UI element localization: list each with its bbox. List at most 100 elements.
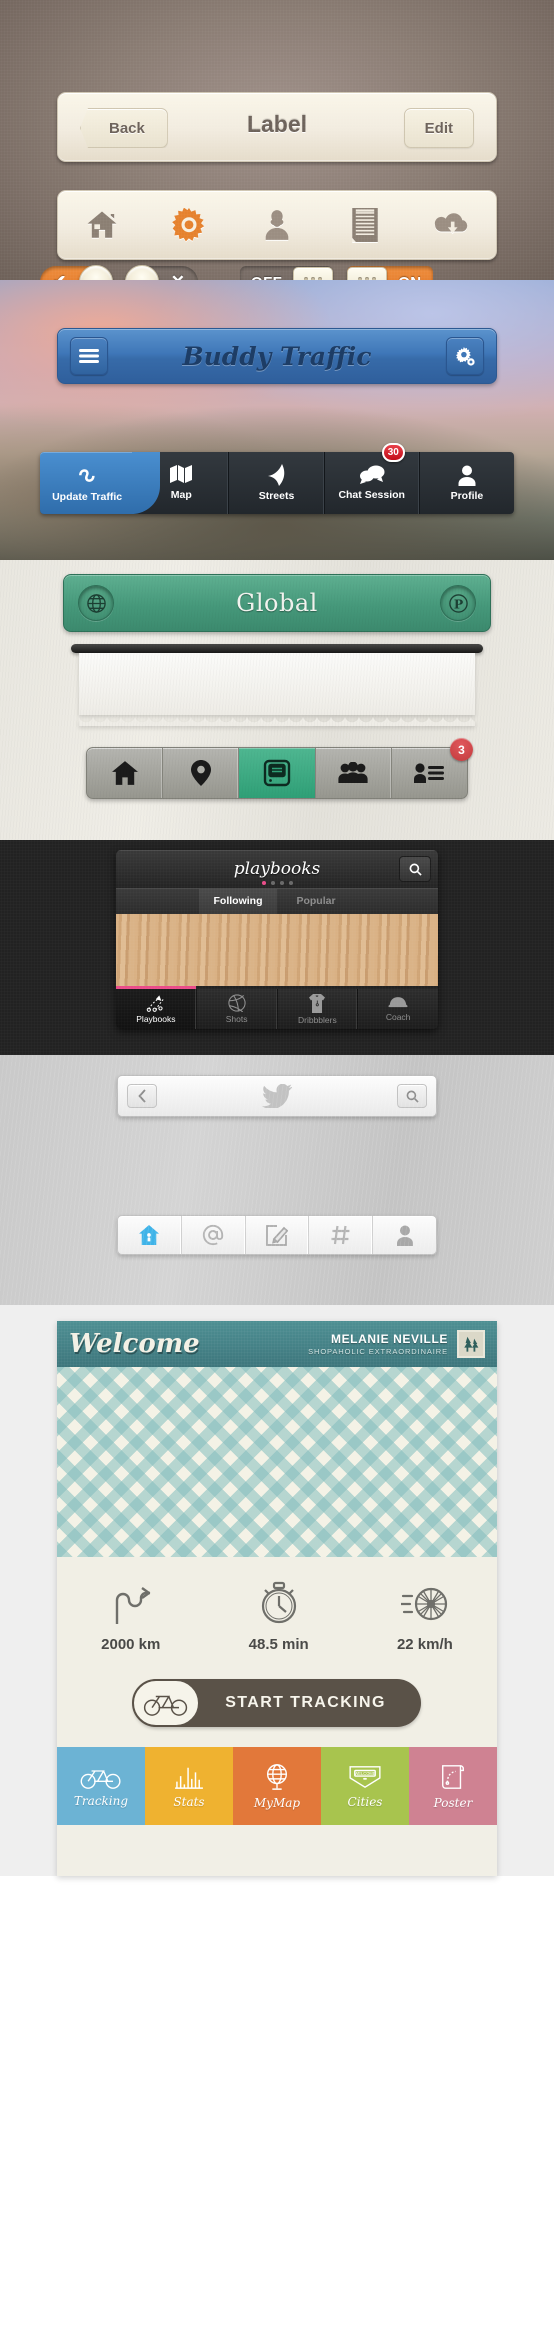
- road-icon: [267, 464, 284, 486]
- stat-value: 48.5 min: [248, 1635, 309, 1653]
- tab-mymap[interactable]: MyMap: [233, 1747, 321, 1825]
- wheel-speed-icon: [400, 1587, 447, 1620]
- tab-label: Profile: [450, 489, 484, 502]
- tab-playbooks[interactable]: Playbooks: [116, 989, 197, 1029]
- user-name: MELANIE NEVILLE: [330, 1332, 448, 1346]
- bicycle-icon: [132, 1679, 200, 1727]
- tab-profile[interactable]: [373, 1216, 436, 1254]
- search-icon[interactable]: [399, 856, 431, 882]
- tab-location[interactable]: [163, 748, 240, 798]
- refresh-icon: [79, 469, 95, 482]
- tab-label: Chat Session: [338, 489, 405, 501]
- user-icon[interactable]: [254, 202, 300, 248]
- navigation-bar: Back Label Edit: [57, 92, 497, 162]
- cycling-app-frame: Welcome MELANIE NEVILLE SHOPAHOLIC EXTRA…: [57, 1321, 497, 1876]
- home-icon[interactable]: [79, 202, 125, 248]
- tab-screen[interactable]: [239, 748, 316, 798]
- document-icon[interactable]: [342, 202, 388, 248]
- parking-p-icon[interactable]: P: [440, 585, 476, 621]
- section-buddy-traffic: Buddy Traffic Update Traffic Map Streets…: [0, 280, 554, 560]
- route-icon: [115, 1586, 150, 1624]
- chevron-left-icon[interactable]: [127, 1084, 157, 1108]
- hamburger-icon[interactable]: [70, 337, 108, 375]
- stat-value: 2000 km: [101, 1635, 161, 1653]
- globe-icon[interactable]: [78, 585, 114, 621]
- cta-row: START TRACKING: [57, 1675, 497, 1747]
- home-icon: [139, 1225, 160, 1245]
- receipt-panel: [71, 644, 483, 726]
- tab-shots[interactable]: Shots: [197, 989, 278, 1029]
- tab-home[interactable]: [87, 748, 164, 798]
- playbooks-app: playbooks Following Popular Playbooks Sh…: [116, 850, 438, 1029]
- tab-tracking[interactable]: Tracking: [57, 1747, 145, 1825]
- tab-streets[interactable]: Streets: [229, 452, 325, 514]
- home-icon: [111, 761, 138, 785]
- gear-icon[interactable]: [166, 202, 212, 248]
- play-diagram-icon: [146, 994, 164, 1012]
- cycling-stats: 2000 km 48.5 min 22 km/h: [57, 1557, 497, 1675]
- map-icon: [170, 465, 193, 483]
- buddy-traffic-tabbar: Update Traffic Map Streets 30 Chat Sessi…: [40, 443, 514, 514]
- screen-icon: [263, 759, 291, 787]
- playbooks-logo: playbooks: [233, 859, 321, 879]
- global-title: Global: [236, 589, 318, 617]
- cream-toolbar: [57, 190, 497, 260]
- stat-value: 22 km/h: [396, 1635, 453, 1653]
- section-twitter: [0, 1055, 554, 1305]
- tab-cities[interactable]: WELCOME Cities: [321, 1747, 409, 1825]
- tab-coach[interactable]: Coach: [358, 989, 438, 1029]
- tab-contacts[interactable]: 3: [392, 738, 474, 798]
- stopwatch-icon: [261, 1581, 296, 1623]
- segment-label: Following: [213, 895, 263, 907]
- receipt-paper: [79, 653, 475, 715]
- tab-mentions[interactable]: [182, 1216, 246, 1254]
- bar-chart-icon: [175, 1767, 203, 1789]
- avatar[interactable]: [457, 1330, 485, 1358]
- start-tracking-button[interactable]: START TRACKING: [132, 1679, 421, 1727]
- tab-stats[interactable]: Stats: [145, 1747, 233, 1825]
- edit-button[interactable]: Edit: [403, 108, 474, 148]
- segment-popular[interactable]: Popular: [277, 888, 355, 914]
- person-icon: [458, 465, 476, 486]
- search-icon[interactable]: [397, 1084, 427, 1108]
- tab-home[interactable]: [118, 1216, 182, 1254]
- tab-chat-session[interactable]: 30 Chat Session: [325, 443, 420, 514]
- tab-label: Tracking: [73, 1793, 129, 1808]
- basketball-icon: [227, 994, 246, 1012]
- tab-label: Update Traffic: [52, 491, 123, 503]
- tab-group[interactable]: [316, 748, 392, 798]
- buddy-traffic-title: Buddy Traffic: [182, 341, 372, 371]
- segment-following[interactable]: Following: [199, 888, 277, 919]
- tab-profile[interactable]: Profile: [420, 452, 514, 514]
- stat-time: 48.5 min: [249, 1580, 309, 1653]
- cloud-download-icon[interactable]: [429, 202, 475, 248]
- tab-update-traffic[interactable]: Update Traffic: [40, 452, 161, 514]
- twitter-bird-icon: [262, 1084, 292, 1108]
- compose-icon: [266, 1224, 288, 1246]
- tab-dribbblers[interactable]: Dribbblers: [278, 989, 359, 1029]
- tab-map[interactable]: Map: [134, 452, 230, 514]
- stat-speed: 22 km/h: [397, 1580, 453, 1653]
- tab-poster[interactable]: Poster: [409, 1747, 497, 1825]
- user-info: MELANIE NEVILLE SHOPAHOLIC EXTRAORDINAIR…: [308, 1332, 448, 1356]
- segment-label: Popular: [296, 895, 336, 907]
- map-pin-icon: [190, 760, 211, 786]
- tab-compose[interactable]: [246, 1216, 310, 1254]
- chat-bubbles-icon: [359, 465, 385, 484]
- section-global: Global P 3: [0, 560, 554, 840]
- cycling-header: Welcome MELANIE NEVILLE SHOPAHOLIC EXTRA…: [57, 1321, 497, 1367]
- tab-label: Streets: [258, 490, 295, 502]
- contacts-badge: 3: [450, 738, 474, 761]
- globe-stand-icon: [266, 1763, 288, 1790]
- cap-icon: [388, 996, 408, 1007]
- hashtag-icon: [331, 1225, 350, 1245]
- buddy-traffic-header: Buddy Traffic: [57, 328, 497, 384]
- scroll-icon: [442, 1764, 464, 1789]
- global-tabbar: 3: [86, 738, 474, 799]
- tab-hashtag[interactable]: [309, 1216, 374, 1254]
- gear-icon[interactable]: [446, 337, 484, 375]
- welcome-badge-icon: WELCOME: [349, 1765, 381, 1788]
- playbooks-segment-control: Following Popular: [116, 888, 438, 919]
- svg-text:WELCOME: WELCOME: [354, 1770, 375, 1775]
- trees-icon: [464, 1336, 479, 1352]
